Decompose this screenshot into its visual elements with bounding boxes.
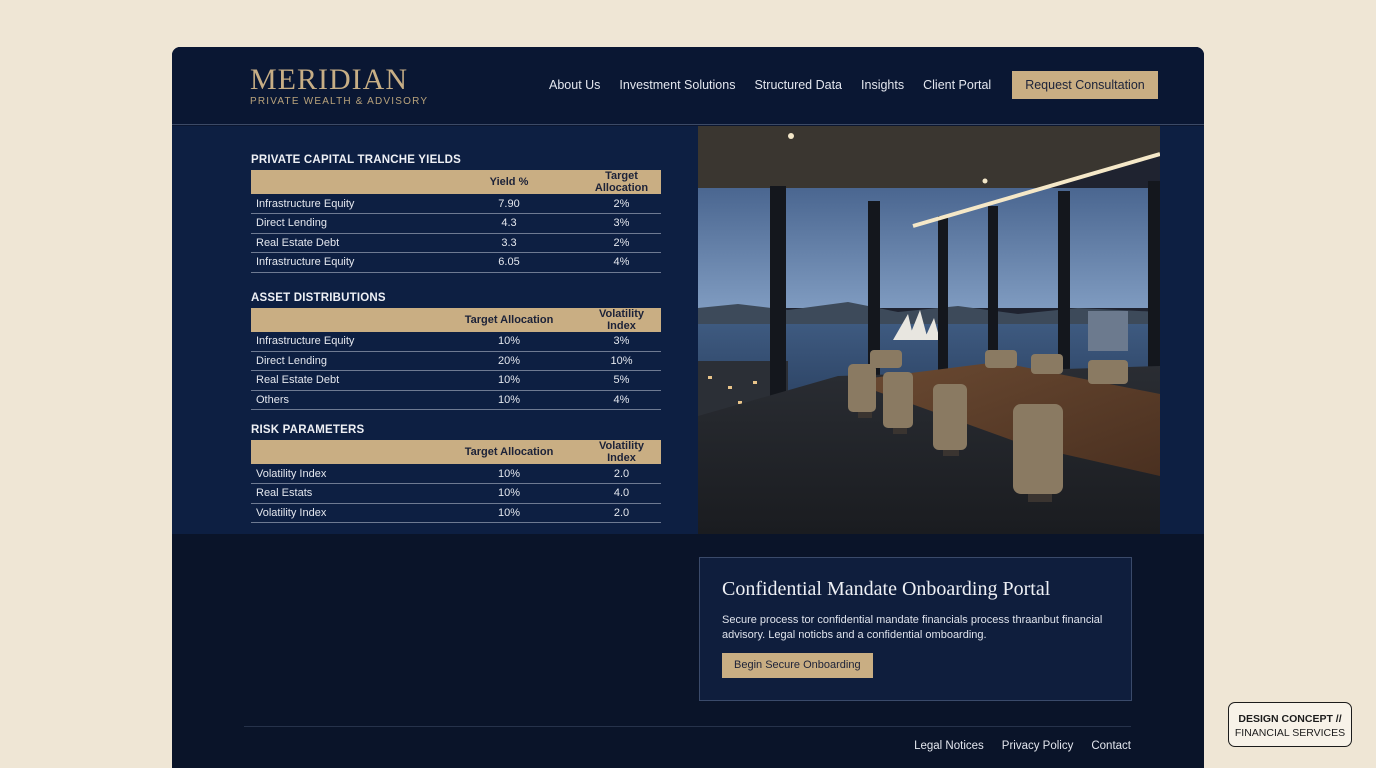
nav-investment-solutions[interactable]: Investment Solutions: [619, 71, 735, 99]
table-row: Volatility Index 10% 2.0: [251, 464, 661, 484]
column-header: [251, 307, 436, 332]
table-row: Real Estate Debt 3.3 2%: [251, 233, 661, 253]
table-row: Direct Lending 20% 10%: [251, 351, 661, 371]
table-cell: 4.3: [436, 213, 582, 234]
table-header-row: Target Allocation Volatility Index: [251, 440, 661, 464]
request-consultation-button[interactable]: Request Consultation: [1012, 71, 1158, 99]
table-row: Infrastructure Equity 10% 3%: [251, 331, 661, 352]
nav-structured-data[interactable]: Structured Data: [754, 71, 842, 99]
table-cell: 6.05: [436, 252, 582, 273]
table-cell: Infrastructure Equity: [251, 252, 436, 273]
column-header: [251, 170, 436, 194]
footer-divider: [244, 726, 1131, 727]
table-cell: 10%: [436, 370, 582, 391]
table-cell: 7.90: [436, 194, 582, 214]
site-frame: MERIDIAN PRIVATE WEALTH & ADVISORY About…: [172, 47, 1204, 768]
table-cell: Infrastructure Equity: [251, 331, 436, 352]
table-cell: Direct Lending: [251, 213, 436, 234]
nav-insights[interactable]: Insights: [861, 71, 904, 99]
table-cell: 10%: [436, 464, 582, 484]
column-header: Volatility Index: [582, 307, 661, 332]
column-header: Target Allocation: [436, 440, 582, 464]
column-header: Volatility Index: [582, 440, 661, 464]
table-row: Infrastructure Equity 7.90 2%: [251, 194, 661, 214]
brand-tagline: PRIVATE WEALTH & ADVISORY: [250, 96, 429, 107]
table-header-row: Yield % Target Allocation: [251, 170, 661, 194]
nav-about-us[interactable]: About Us: [549, 71, 600, 99]
onboarding-section: Confidential Mandate Onboarding Portal S…: [172, 534, 1204, 768]
site-header: MERIDIAN PRIVATE WEALTH & ADVISORY About…: [172, 47, 1204, 125]
main-nav: About Us Investment Solutions Structured…: [549, 71, 1158, 99]
asset-distributions-table: Target Allocation Volatility Index Infra…: [251, 307, 661, 411]
table-cell: 2%: [582, 194, 661, 214]
footer-link-contact[interactable]: Contact: [1091, 740, 1131, 752]
table-cell: 10%: [436, 503, 582, 523]
table-cell: 2.0: [582, 464, 661, 484]
table-cell: 4%: [582, 390, 661, 410]
table-cell: Infrastructure Equity: [251, 194, 436, 214]
table-cell: 10%: [436, 483, 582, 504]
footer-link-legal-notices[interactable]: Legal Notices: [914, 740, 984, 752]
badge-line-1: DESIGN CONCEPT //: [1238, 713, 1342, 725]
table-row: Others 10% 4%: [251, 390, 661, 410]
table-cell: 10%: [436, 331, 582, 352]
tranche-yields-table: Yield % Target Allocation Infrastructure…: [251, 170, 661, 273]
table-cell: 2.0: [582, 503, 661, 523]
brand-name: MERIDIAN: [250, 63, 408, 96]
table-cell: 5%: [582, 370, 661, 391]
column-header: [251, 440, 436, 464]
table-cell: Real Estats: [251, 483, 436, 504]
column-header: Target Allocation: [582, 170, 661, 194]
asset-distributions-title: ASSET DISTRIBUTIONS: [251, 291, 386, 304]
column-header: Yield %: [436, 170, 582, 194]
table-cell: Real Estate Debt: [251, 370, 436, 391]
column-header: Target Allocation: [436, 307, 582, 332]
data-tables: PRIVATE CAPITAL TRANCHE YIELDS Yield % T…: [251, 150, 661, 523]
table-row: Real Estats 10% 4.0: [251, 483, 661, 504]
onboarding-card: Confidential Mandate Onboarding Portal S…: [699, 557, 1132, 701]
table-cell: 4%: [582, 252, 661, 273]
table-row: Infrastructure Equity 6.05 4%: [251, 252, 661, 273]
table-header-row: Target Allocation Volatility Index: [251, 307, 661, 332]
table-cell: Direct Lending: [251, 351, 436, 371]
risk-parameters-title: RISK PARAMETERS: [251, 424, 365, 436]
nav-client-portal[interactable]: Client Portal: [923, 71, 991, 99]
table-cell: Volatility Index: [251, 464, 436, 484]
table-row: Direct Lending 4.3 3%: [251, 213, 661, 234]
table-cell: 4.0: [582, 483, 661, 504]
begin-onboarding-button[interactable]: Begin Secure Onboarding: [722, 653, 873, 678]
risk-parameters-table: Target Allocation Volatility Index Volat…: [251, 440, 661, 523]
data-section: PRIVATE CAPITAL TRANCHE YIELDS Yield % T…: [172, 126, 1204, 534]
badge-line-2: FINANCIAL SERVICES: [1234, 727, 1346, 739]
table-cell: 10%: [436, 390, 582, 410]
design-concept-badge: DESIGN CONCEPT // FINANCIAL SERVICES: [1228, 702, 1352, 747]
boardroom-photo: [698, 126, 1160, 534]
onboarding-description: Secure process tor confidential mandate …: [722, 614, 1103, 641]
table-cell: 20%: [436, 351, 582, 371]
table-cell: 10%: [582, 351, 661, 371]
table-cell: Real Estate Debt: [251, 233, 436, 253]
tranche-yields-title: PRIVATE CAPITAL TRANCHE YIELDS: [251, 154, 462, 166]
table-row: Volatility Index 10% 2.0: [251, 503, 661, 523]
footer-link-privacy-policy[interactable]: Privacy Policy: [1002, 740, 1074, 752]
table-cell: 3%: [582, 331, 661, 352]
table-cell: 3.3: [436, 233, 582, 253]
table-cell: Others: [251, 390, 436, 410]
brand-logo[interactable]: MERIDIAN PRIVATE WEALTH & ADVISORY: [250, 63, 429, 108]
table-row: Real Estate Debt 10% 5%: [251, 370, 661, 391]
onboarding-title: Confidential Mandate Onboarding Portal: [722, 578, 1051, 600]
table-cell: 3%: [582, 213, 661, 234]
table-cell: Volatility Index: [251, 503, 436, 523]
table-cell: 2%: [582, 233, 661, 253]
footer-links: Legal Notices Privacy Policy Contact: [896, 740, 1131, 752]
